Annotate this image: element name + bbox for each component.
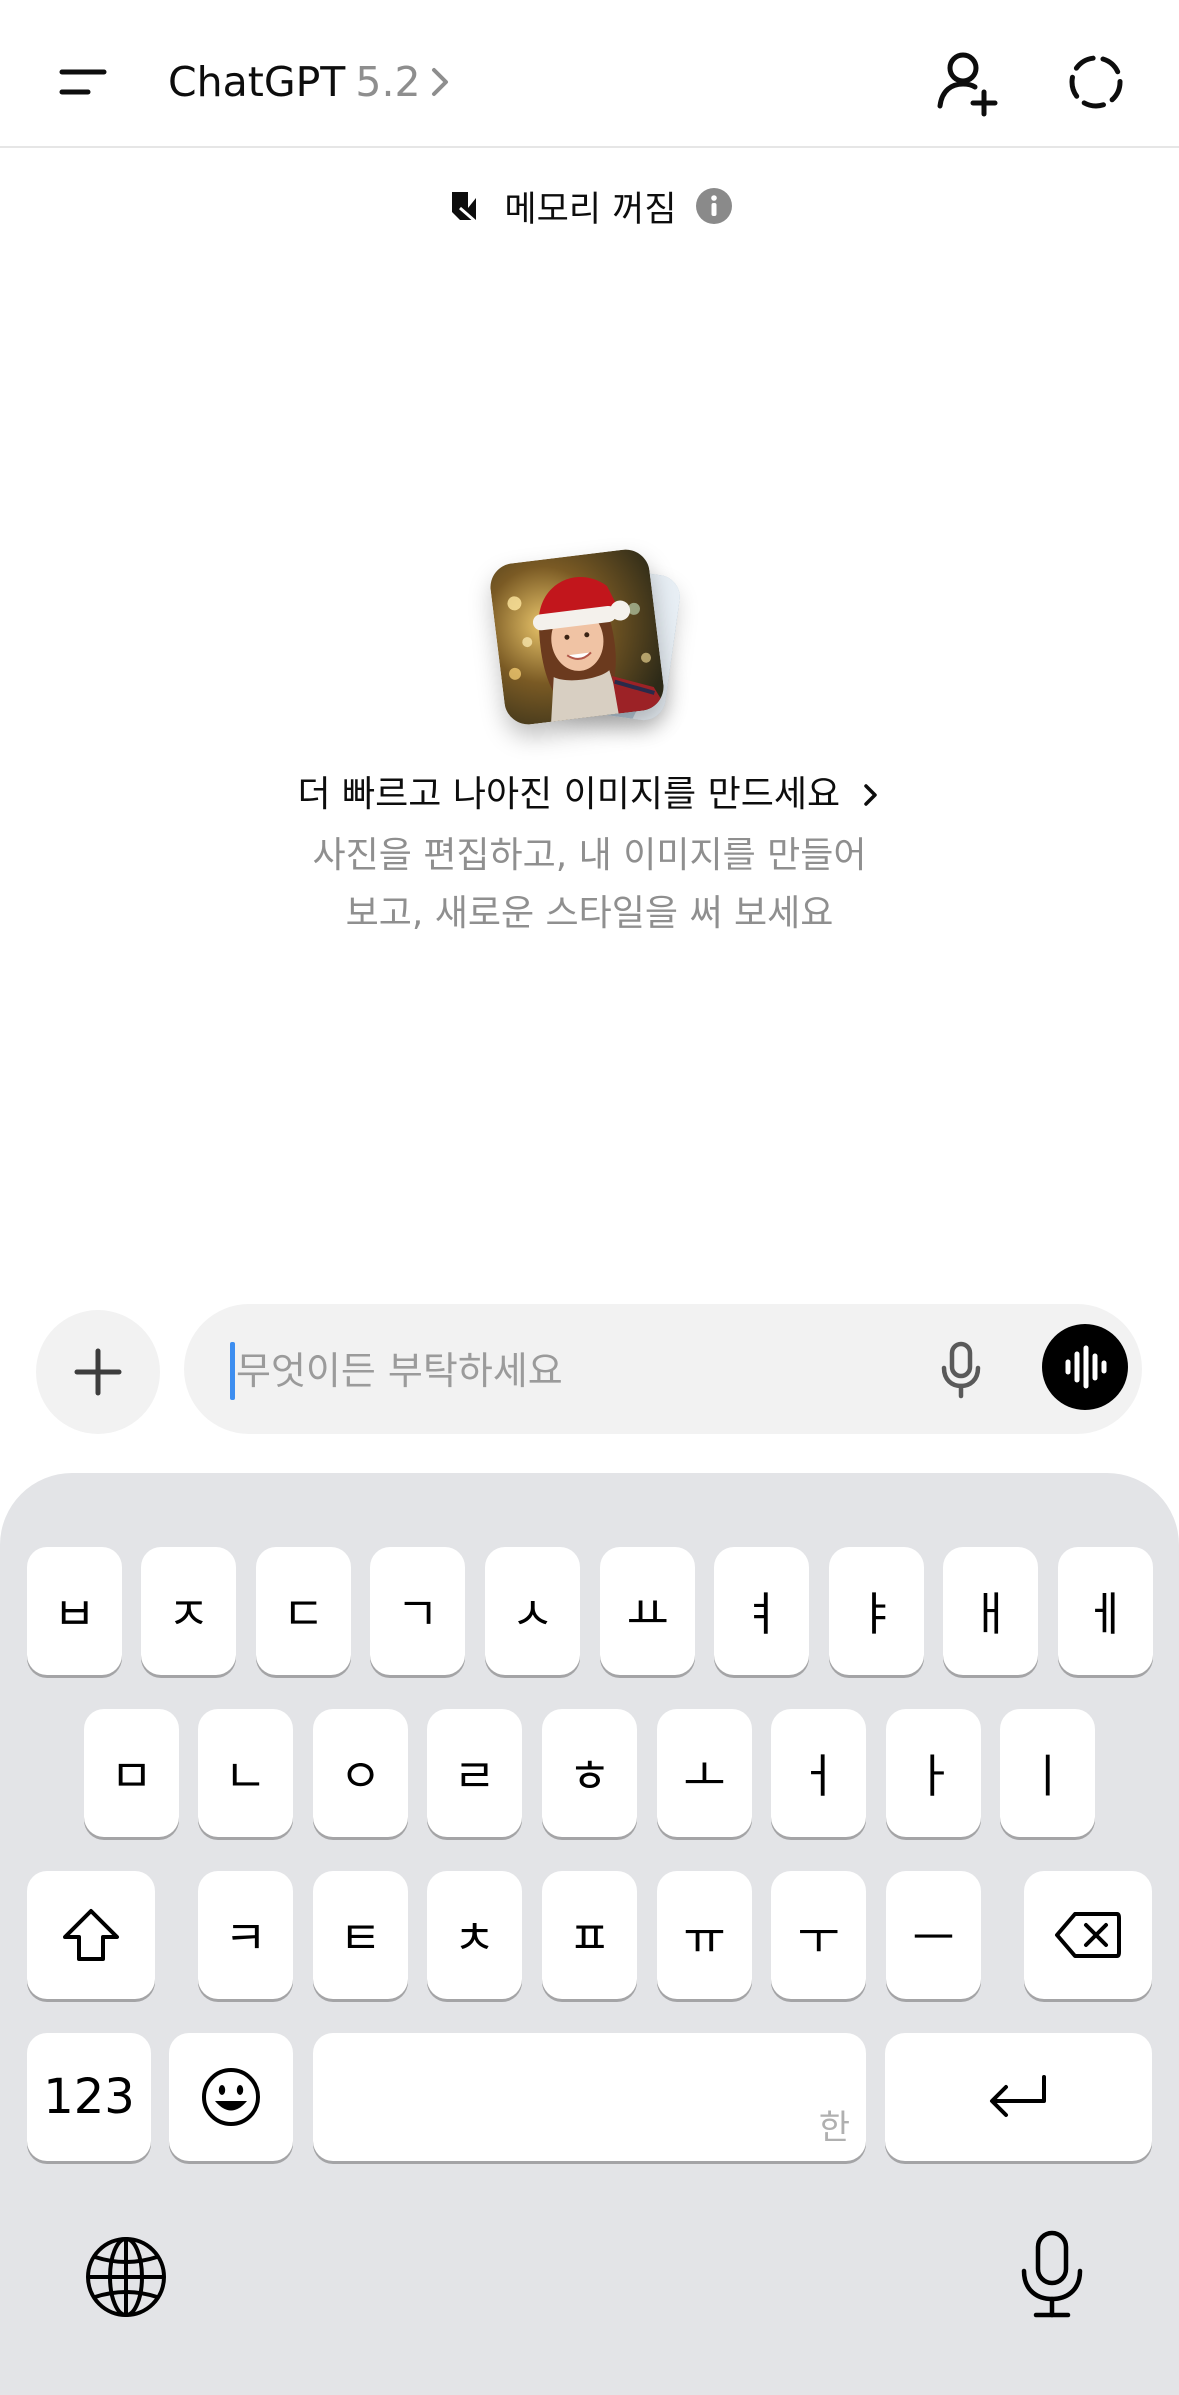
key[interactable]: ㅏ — [886, 1709, 981, 1837]
info-icon[interactable] — [695, 187, 733, 225]
microphone-icon — [941, 1341, 981, 1399]
key[interactable]: ㅁ — [84, 1709, 179, 1837]
space-key[interactable]: 한 — [313, 2033, 866, 2161]
key[interactable]: ㄹ — [427, 1709, 522, 1837]
dictation-mic-icon — [1021, 2230, 1083, 2318]
key[interactable]: ㄷ — [256, 1547, 351, 1675]
keyboard-switch-button[interactable] — [82, 2233, 170, 2321]
key[interactable]: ㅗ — [657, 1709, 752, 1837]
key[interactable]: ㄱ — [370, 1547, 465, 1675]
keyboard-dictation-button[interactable] — [1012, 2227, 1092, 2323]
korean-keyboard: ㅂ ㅈ ㄷ ㄱ ㅅ ㅛ ㅕ ㅑ ㅐ ㅔ ㅁ ㄴ ㅇ ㄹ ㅎ ㅗ ㅓ ㅏ ㅣ ㅋ … — [0, 1473, 1179, 2395]
key[interactable]: ㅈ — [141, 1547, 236, 1675]
key[interactable]: ㅋ — [198, 1871, 293, 1999]
message-input[interactable]: 무엇이든 부탁하세요 — [184, 1304, 1142, 1434]
key[interactable]: ㅣ — [1000, 1709, 1095, 1837]
app-title: ChatGPT — [168, 58, 346, 106]
key[interactable]: ㅂ — [27, 1547, 122, 1675]
numbers-key[interactable]: 123 — [27, 2033, 151, 2161]
key[interactable]: ㅡ — [886, 1871, 981, 1999]
key[interactable]: ㅅ — [485, 1547, 580, 1675]
message-input-placeholder: 무엇이든 부탁하세요 — [236, 1349, 563, 1393]
text-caret — [230, 1342, 235, 1400]
temporary-chat-button[interactable] — [1050, 40, 1142, 124]
voice-mode-button[interactable] — [1042, 1324, 1128, 1410]
space-key-hint: 한 — [818, 2108, 850, 2148]
attach-button[interactable] — [36, 1310, 160, 1434]
emoji-key[interactable] — [169, 2033, 293, 2161]
backspace-key[interactable] — [1024, 1871, 1152, 1999]
globe-icon — [86, 2237, 166, 2317]
key[interactable]: ㅌ — [313, 1871, 408, 1999]
key[interactable]: ㅜ — [771, 1871, 866, 1999]
key[interactable]: ㅕ — [714, 1547, 809, 1675]
model-version: 5.2 — [355, 58, 421, 106]
emoji-icon — [202, 2068, 260, 2126]
key[interactable]: ㅠ — [657, 1871, 752, 1999]
key[interactable]: ㅔ — [1058, 1547, 1153, 1675]
model-selector[interactable]: ChatGPT 5.2 — [168, 52, 451, 112]
chevron-right-icon — [431, 68, 448, 96]
promo-portrait-image — [487, 546, 667, 728]
chevron-right-icon — [863, 784, 877, 806]
key[interactable]: ㅑ — [829, 1547, 924, 1675]
promo-title-link[interactable]: 더 빠르고 나아진 이미지를 만드세요 — [0, 765, 1179, 817]
menu-icon — [59, 69, 107, 95]
temporary-chat-icon — [1069, 55, 1123, 109]
voice-mode-icon — [1065, 1345, 1107, 1389]
add-user-icon — [937, 52, 998, 117]
promo-subtitle: 사진을 편집하고, 내 이미지를 만들어 보고, 새로운 스타일을 써 보세요 — [200, 827, 979, 943]
shift-icon — [63, 1909, 119, 1961]
promo-subtitle-line: 사진을 편집하고, 내 이미지를 만들어 — [312, 835, 867, 876]
top-bar: ChatGPT 5.2 — [0, 0, 1179, 148]
key[interactable]: ㅓ — [771, 1709, 866, 1837]
return-key[interactable] — [885, 2033, 1152, 2161]
promo-subtitle-line: 보고, 새로운 스타일을 써 보세요 — [345, 893, 834, 934]
backspace-icon — [1055, 1912, 1121, 1958]
memory-label: 메모리 꺼짐 — [504, 189, 677, 230]
plus-icon — [74, 1348, 122, 1396]
promo-title: 더 빠르고 나아진 이미지를 만드세요 — [297, 774, 841, 815]
shift-key[interactable] — [27, 1871, 155, 1999]
memory-status[interactable]: 메모리 꺼짐 — [0, 178, 1179, 234]
memory-off-icon — [452, 192, 478, 224]
key[interactable]: ㅍ — [542, 1871, 637, 1999]
dictate-button[interactable] — [926, 1334, 996, 1404]
key[interactable]: ㅛ — [600, 1547, 695, 1675]
key[interactable]: ㅊ — [427, 1871, 522, 1999]
key[interactable]: ㄴ — [198, 1709, 293, 1837]
return-icon — [989, 2075, 1046, 2117]
key[interactable]: ㅇ — [313, 1709, 408, 1837]
key[interactable]: ㅎ — [542, 1709, 637, 1837]
add-people-button[interactable] — [920, 40, 1012, 124]
image-promo-illustration[interactable] — [487, 546, 683, 728]
sidebar-menu-button[interactable] — [38, 40, 130, 124]
key[interactable]: ㅐ — [943, 1547, 1038, 1675]
